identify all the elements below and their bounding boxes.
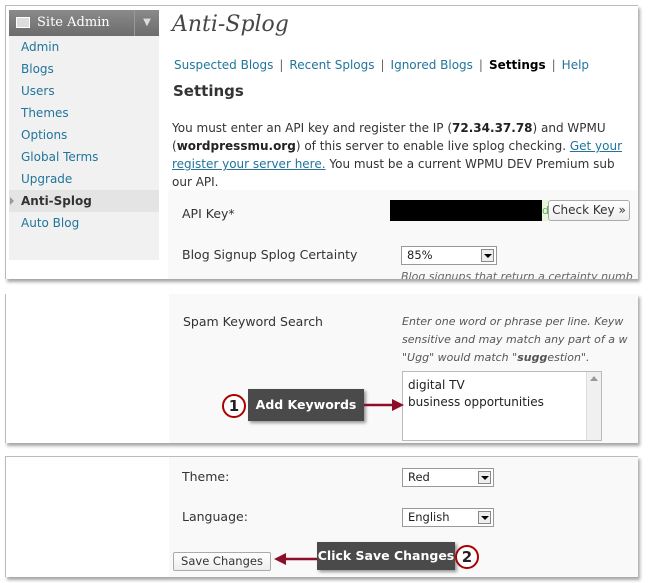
intro-text-part: You must enter an API key and register t… xyxy=(172,121,453,135)
step-2-arrow xyxy=(274,553,318,565)
page-title: Anti-Splog xyxy=(172,12,289,37)
theme-value: Red xyxy=(408,470,430,484)
check-key-button[interactable]: Check Key » xyxy=(548,200,630,221)
separator: | xyxy=(279,58,284,72)
separator: | xyxy=(478,58,483,72)
keyword-hint-line: "Ugg" would match " xyxy=(402,351,518,364)
keyword-hint-emphasis: sugg xyxy=(517,351,548,364)
keyword-section: Spam Keyword Search Enter one word or ph… xyxy=(169,294,638,443)
sidebar-item-admin[interactable]: Admin xyxy=(9,36,159,58)
certainty-hint: Blog signups that return a certainty num… xyxy=(401,270,633,279)
step-1-badge: 1 xyxy=(222,394,246,418)
keyword-line: business opportunities xyxy=(408,395,544,409)
step-1-callout: Add Keywords xyxy=(248,389,364,421)
dropdown-arrow-icon[interactable] xyxy=(481,249,494,262)
keyword-line: digital TV xyxy=(408,378,465,392)
collapse-arrow-icon[interactable]: ▼ xyxy=(134,10,159,36)
arrow-head xyxy=(274,553,286,565)
intro-text: You must enter an API key and register t… xyxy=(172,119,638,191)
sidebar-item-themes[interactable]: Themes xyxy=(9,102,159,124)
api-key-input-redacted[interactable] xyxy=(390,200,542,221)
keyword-label: Spam Keyword Search xyxy=(183,314,323,329)
language-value: English xyxy=(408,510,450,524)
language-label: Language: xyxy=(182,509,248,524)
main-content: Anti-Splog Suspected Blogs | Recent Splogs… xyxy=(168,6,638,279)
theme-label: Theme: xyxy=(182,469,230,484)
admin-sidebar: Site Admin ▼ Admin Blogs Users Themes Op… xyxy=(9,10,159,260)
tab-settings[interactable]: Settings xyxy=(489,58,546,72)
server-domain: wordpressmu.org xyxy=(176,139,296,153)
keyword-textarea[interactable]: digital TV business opportunities xyxy=(402,371,602,441)
site-admin-icon xyxy=(16,17,30,28)
arrow-head xyxy=(392,399,404,411)
api-key-label: API Key* xyxy=(182,206,235,221)
tab-help[interactable]: Help xyxy=(562,58,589,72)
theme-select[interactable]: Red xyxy=(402,468,494,487)
dropdown-arrow-icon[interactable] xyxy=(478,511,491,524)
intro-text-part: ) of this server to enable live splog ch… xyxy=(295,139,570,153)
separator: | xyxy=(380,58,385,72)
subnav: Suspected Blogs | Recent Splogs | Ignored Bl… xyxy=(174,58,589,72)
sidebar-header[interactable]: Site Admin ▼ xyxy=(9,10,159,36)
dropdown-arrow-icon[interactable] xyxy=(478,471,491,484)
section-heading: Settings xyxy=(173,82,244,100)
sidebar-item-users[interactable]: Users xyxy=(9,80,159,102)
keyword-hint-line: estion". xyxy=(547,351,590,364)
step-2-badge: 2 xyxy=(455,545,479,569)
server-ip: 72.34.37.78 xyxy=(452,121,533,135)
screenshot-panel-top: Site Admin ▼ Admin Blogs Users Themes Op… xyxy=(5,5,638,279)
register-server-link[interactable]: register your server here. xyxy=(172,157,326,171)
tab-suspected-blogs[interactable]: Suspected Blogs xyxy=(174,58,273,72)
sidebar-item-anti-splog[interactable]: Anti-Splog xyxy=(9,190,159,212)
step-2-callout: Click Save Changes xyxy=(317,542,455,570)
intro-text-part: ) and WPMU xyxy=(532,121,606,135)
keyword-hint: Enter one word or phrase per line. Keyw … xyxy=(402,313,627,367)
certainty-select[interactable]: 85% xyxy=(401,246,497,265)
keyword-hint-line: Enter one word or phrase per line. Keyw xyxy=(402,315,624,328)
get-api-key-link[interactable]: Get your xyxy=(570,139,622,153)
separator: | xyxy=(551,58,556,72)
sidebar-item-options[interactable]: Options xyxy=(9,124,159,146)
sidebar-item-auto-blog[interactable]: Auto Blog xyxy=(9,212,159,234)
save-changes-button[interactable]: Save Changes xyxy=(173,552,271,571)
tab-ignored-blogs[interactable]: Ignored Blogs xyxy=(391,58,473,72)
intro-text-part: You must be a current WPMU DEV Premium s… xyxy=(325,157,615,171)
settings-form: API Key* d Check Key » Blog Signup Splog… xyxy=(168,190,638,279)
step-1-arrow xyxy=(364,399,404,411)
sidebar-item-blogs[interactable]: Blogs xyxy=(9,58,159,80)
language-select[interactable]: English xyxy=(402,508,494,527)
sidebar-item-global-terms[interactable]: Global Terms xyxy=(9,146,159,168)
sidebar-title: Site Admin xyxy=(37,15,110,30)
sidebar-item-upgrade[interactable]: Upgrade xyxy=(9,168,159,190)
tab-recent-splogs[interactable]: Recent Splogs xyxy=(289,58,374,72)
textarea-scrollbar[interactable] xyxy=(586,372,601,440)
certainty-label: Blog Signup Splog Certainty xyxy=(182,247,358,262)
certainty-value: 85% xyxy=(407,248,433,262)
intro-text-part: our API. xyxy=(172,175,219,189)
keyword-hint-line: sensitive and may match any part of a w xyxy=(402,333,628,346)
